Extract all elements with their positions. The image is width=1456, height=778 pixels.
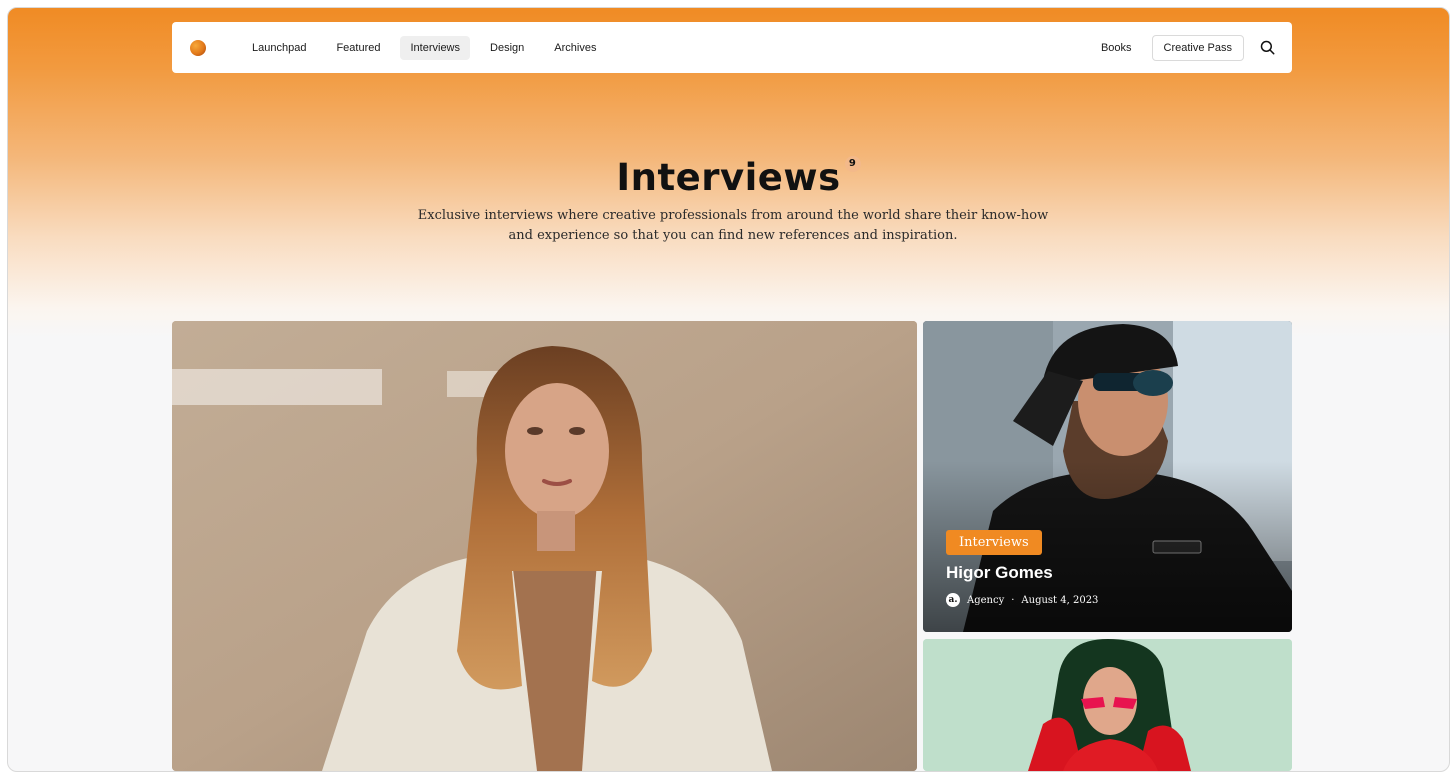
featured-post-card[interactable] xyxy=(172,321,917,771)
nav-link-featured[interactable]: Featured xyxy=(326,36,390,60)
search-button[interactable] xyxy=(1258,39,1276,57)
page-title-text: Interviews xyxy=(616,156,841,199)
page-description: Exclusive interviews where creative prof… xyxy=(417,208,1049,243)
category-badge[interactable]: Interviews xyxy=(946,530,1042,555)
post-card[interactable] xyxy=(923,639,1292,771)
nav-link-interviews[interactable]: Interviews xyxy=(400,35,471,60)
top-navigation: Launchpad Featured Interviews Design Arc… xyxy=(172,22,1292,73)
nav-link-launchpad[interactable]: Launchpad xyxy=(242,36,316,60)
woman-red-sunglasses-image xyxy=(923,639,1292,771)
hero-header: Interviews 9 xyxy=(8,156,1449,199)
nav-link-design[interactable]: Design xyxy=(480,36,534,60)
post-meta: a. Agency · August 4, 2023 xyxy=(946,593,1098,607)
meta-separator: · xyxy=(1011,594,1015,606)
woman-portrait-image xyxy=(172,321,917,771)
image-overlay xyxy=(923,321,1292,632)
author-avatar[interactable]: a. xyxy=(946,593,960,607)
search-icon xyxy=(1260,40,1274,55)
post-count-badge: 9 xyxy=(844,156,861,172)
post-date: August 4, 2023 xyxy=(1021,594,1099,606)
author-name[interactable]: Agency xyxy=(967,595,1004,606)
logo-icon[interactable] xyxy=(190,39,206,56)
creative-pass-button[interactable]: Creative Pass xyxy=(1151,34,1244,61)
browser-frame: Launchpad Featured Interviews Design Arc… xyxy=(7,7,1450,772)
page-title: Interviews 9 xyxy=(616,156,861,199)
nav-link-archives[interactable]: Archives xyxy=(544,36,606,60)
nav-link-books[interactable]: Books xyxy=(1101,42,1132,54)
post-title[interactable]: Higor Gomes xyxy=(946,563,1053,583)
post-card[interactable]: Interviews Higor Gomes a. Agency · Augus… xyxy=(923,321,1292,632)
